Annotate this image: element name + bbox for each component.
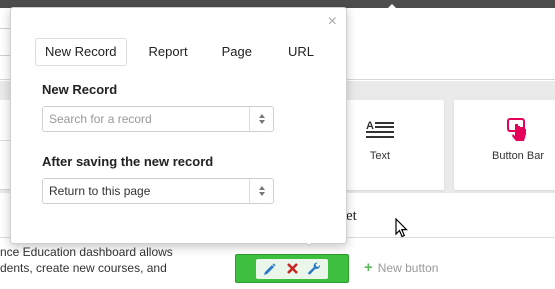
tab-report[interactable]: Report	[139, 38, 198, 66]
screen: is A Text Button Bar et	[0, 0, 555, 289]
edit-button[interactable]	[259, 259, 281, 279]
delete-button[interactable]	[281, 259, 303, 279]
link-action-popover: × New Record Report Page URL New Record …	[10, 7, 347, 244]
widget-heading: et	[346, 208, 357, 224]
action-type-tabs: New Record Report Page URL	[35, 38, 330, 66]
tab-url[interactable]: URL	[278, 38, 324, 66]
settings-button[interactable]	[303, 259, 325, 279]
widget-text-label: Text	[369, 150, 391, 162]
hand-pointer-icon	[507, 118, 529, 142]
close-popover-button[interactable]: ×	[328, 14, 337, 30]
plus-icon: +	[364, 259, 373, 276]
updown-caret-icon	[249, 179, 273, 203]
button-tools	[256, 258, 328, 279]
body-line: nce Education dashboard allows	[0, 245, 173, 259]
body-line: dents, create new courses, and	[0, 261, 167, 275]
widget-button-bar[interactable]: Button Bar	[454, 100, 555, 190]
new-button[interactable]: + New button	[364, 259, 439, 276]
wrench-icon	[307, 262, 320, 275]
mouse-cursor-icon	[395, 218, 408, 238]
svg-text:A: A	[366, 120, 374, 132]
record-select-placeholder: Search for a record	[49, 112, 152, 126]
new-record-label: New Record	[42, 82, 118, 97]
widget-button-bar-label: Button Bar	[492, 150, 544, 162]
button-action-bar	[235, 254, 349, 283]
tab-page[interactable]: Page	[212, 38, 262, 66]
after-saving-select[interactable]: Return to this page	[42, 178, 274, 204]
record-select[interactable]: Search for a record	[42, 106, 274, 132]
tab-new-record[interactable]: New Record	[35, 38, 127, 66]
pencil-icon	[264, 262, 276, 275]
text-lines-icon: A	[366, 118, 394, 142]
popover-arrow-inner	[301, 236, 317, 245]
close-icon	[286, 263, 298, 274]
widget-body-text: nce Education dashboard allows dents, cr…	[0, 244, 232, 276]
after-saving-label: After saving the new record	[42, 154, 214, 169]
new-button-label: New button	[377, 261, 439, 275]
after-saving-value: Return to this page	[49, 184, 151, 198]
updown-caret-icon	[249, 107, 273, 131]
